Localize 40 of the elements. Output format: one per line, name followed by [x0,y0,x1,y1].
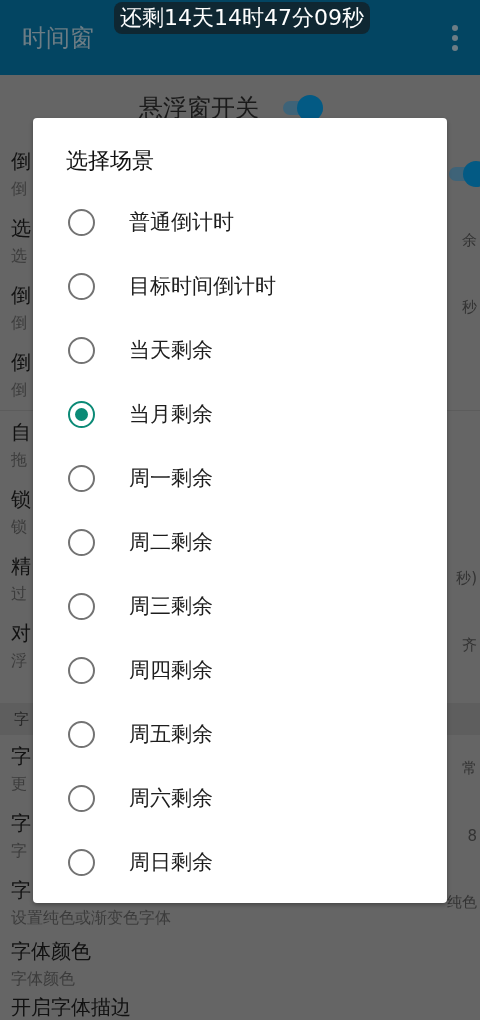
setting-title: 倒 [11,281,31,309]
dialog-title: 选择场景 [66,147,155,175]
setting-title: 字体颜色 [11,938,91,965]
setting-title: 对 [11,619,31,647]
option-label[interactable]: 周六剩余 [129,784,213,812]
option-label[interactable]: 周日剩余 [129,848,213,876]
toggle-switch[interactable] [449,160,480,187]
section-header: 字 [14,709,29,729]
option-label[interactable]: 普通倒计时 [129,208,234,236]
radio-button[interactable] [68,592,95,620]
countdown-overlay: 还剩14天14时47分09秒 [114,2,370,34]
radio-button[interactable] [68,656,95,684]
option-label[interactable]: 周三剩余 [129,592,213,620]
setting-title: 选 [11,214,31,242]
option-label[interactable]: 目标时间倒计时 [129,272,276,300]
radio-button[interactable] [68,336,95,364]
setting-title: 字 [11,742,31,770]
app-title: 时间窗 [22,22,94,54]
setting-title: 倒 [11,147,31,175]
setting-title: 精 [11,552,31,580]
option-label[interactable]: 当天剩余 [129,336,213,364]
option-label[interactable]: 周五剩余 [129,720,213,748]
option-label[interactable]: 周一剩余 [129,464,213,492]
option-label[interactable]: 周四剩余 [129,656,213,684]
option-label[interactable]: 当月剩余 [129,400,213,428]
setting-title: 锁 [11,485,31,513]
setting-title: 自 [11,418,31,446]
radio-button[interactable] [68,528,95,556]
option-label[interactable]: 周二剩余 [129,528,213,556]
radio-button[interactable] [68,720,95,748]
radio-button[interactable] [68,464,95,492]
setting-title: 字 [11,809,31,837]
radio-button[interactable] [68,848,95,876]
setting-title: 开启字体描边 [11,994,131,1020]
setting-title: 倒 [11,348,31,376]
radio-button[interactable] [68,208,95,236]
radio-button[interactable] [68,272,95,300]
radio-button[interactable] [68,784,95,812]
setting-title: 字 [11,876,32,904]
radio-button[interactable] [68,400,95,428]
